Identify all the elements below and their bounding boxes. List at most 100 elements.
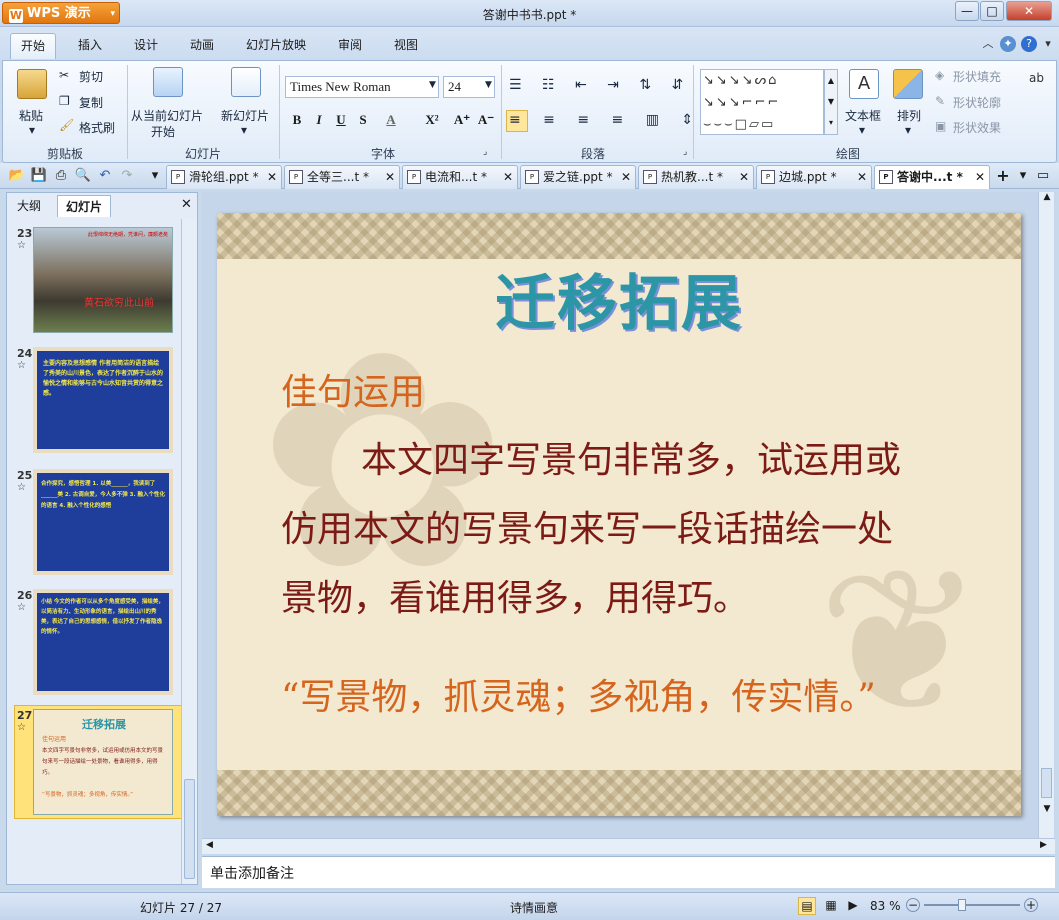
underline-button[interactable]: U <box>331 110 351 130</box>
doc-tab[interactable]: P 电流和...t * ✕ <box>402 165 518 189</box>
scroll-down-icon[interactable]: ▼ <box>1040 804 1054 814</box>
tab-outline[interactable]: 大纲 <box>9 195 49 217</box>
zoom-slider-handle[interactable] <box>958 899 966 911</box>
superscript-button[interactable]: X² <box>419 110 445 130</box>
close-panel-icon[interactable]: ✕ <box>181 197 192 212</box>
shrink-font-button[interactable]: A⁻ <box>475 110 497 130</box>
slide-scrollbar[interactable]: ▲ ▼ <box>1038 192 1054 838</box>
chevron-down-icon[interactable]: ▾ <box>905 123 911 137</box>
tab-home[interactable]: 开始 <box>10 33 57 59</box>
from-current-button[interactable]: 从当前幻灯片 <box>131 107 203 124</box>
close-tab-icon[interactable]: ✕ <box>975 166 985 188</box>
tab-list-icon[interactable]: ▾ <box>1014 167 1032 185</box>
maximize-button[interactable]: □ <box>980 1 1004 21</box>
redo-icon[interactable]: ↷ <box>118 167 136 185</box>
format-painter-button[interactable]: 格式刷 <box>79 119 115 136</box>
chevron-down-icon[interactable]: ▾ <box>859 123 865 137</box>
gallery-scroll[interactable]: ▲ ▼ ▾ <box>824 69 838 135</box>
open-icon[interactable]: 📂 <box>8 167 26 185</box>
tab-slides[interactable]: 幻灯片 <box>57 195 112 217</box>
close-tab-icon[interactable]: ✕ <box>267 166 277 188</box>
slide-thumbnail[interactable]: 此恨绵绵无绝期，凭谁问，廉颇老矣 黄石欲穷此山前 <box>33 227 173 333</box>
slideshow-view-icon[interactable]: ▶ <box>844 897 862 915</box>
slide-thumbnail-selected[interactable]: 迁移拓展 佳句运用 本文四字写景句非常多，试运用或仿用本文的写景句来写一段话描绘… <box>33 709 173 815</box>
close-tab-icon[interactable]: ✕ <box>621 166 631 188</box>
font-name-select[interactable]: Times New Roman <box>285 76 439 98</box>
more-ribbon-icon[interactable]: ab <box>1029 71 1044 85</box>
skin-icon[interactable]: ✦ <box>1000 36 1016 52</box>
shape-fill-button[interactable]: 形状填充 <box>953 68 1001 85</box>
doc-tab[interactable]: P 爱之链.ppt * ✕ <box>520 165 636 189</box>
doc-tab-active[interactable]: P 答谢中...t * ✕ <box>874 165 990 189</box>
dialog-launcher-icon[interactable]: ⌟ <box>683 147 687 157</box>
chevron-down-icon[interactable]: ▼ <box>485 80 492 90</box>
collapse-ribbon-icon[interactable]: ︿ <box>980 36 996 52</box>
slide-body-text[interactable]: 本文四字写景句非常多，试运用或 仿用本文的写景句来写一段话描绘一处 景物，看谁用… <box>281 426 981 633</box>
close-tab-icon[interactable]: ✕ <box>385 166 395 188</box>
slide-thumbnail[interactable]: 主要内容及思想感情 作者用简洁的语言描绘了秀美的山川景色，表达了作者沉醉于山水的… <box>33 347 173 453</box>
arrange-button[interactable]: 排列 <box>897 107 921 124</box>
undo-icon[interactable]: ↶ <box>96 167 114 185</box>
doc-tab[interactable]: P 全等三...t * ✕ <box>284 165 400 189</box>
chevron-down-icon[interactable]: ▾ <box>29 123 35 137</box>
slide-thumbnail[interactable]: 合作探究，感悟哲理 1. 以美______，我读到了______美 2. 古调自… <box>33 469 173 575</box>
new-tab-icon[interactable]: + <box>994 167 1012 185</box>
list-icons[interactable]: ☰ ☷ ⇤ ⇥ ⇅ ⇵ <box>509 77 691 93</box>
horizontal-scrollbar[interactable]: ◀ ▶ <box>202 838 1055 854</box>
from-current-label2[interactable]: 开始 <box>151 123 175 140</box>
slide-thumbnail[interactable]: 小结 今文的作者可以从多个角度感受美，描绘美，以简洁有力、生动形象的语言，描绘出… <box>33 589 173 695</box>
copy-button[interactable]: 复制 <box>79 94 103 111</box>
tab-insert[interactable]: 插入 <box>68 33 112 59</box>
zoom-in-icon[interactable]: + <box>1024 898 1038 912</box>
cut-button[interactable]: 剪切 <box>79 68 103 85</box>
strikethrough-button[interactable]: S <box>353 110 373 130</box>
zoom-out-icon[interactable]: − <box>906 898 920 912</box>
shape-effect-button[interactable]: 形状效果 <box>953 119 1001 136</box>
customize-toolbar-icon[interactable]: ▾ <box>146 167 164 185</box>
scroll-up-icon[interactable]: ▲ <box>1040 192 1054 202</box>
slide-title[interactable]: 迁移拓展 <box>217 255 1021 342</box>
doc-tab[interactable]: P 边城.ppt * ✕ <box>756 165 872 189</box>
tab-slideshow[interactable]: 幻灯片放映 <box>236 33 316 59</box>
new-slide-button[interactable]: 新幻灯片 <box>221 107 269 124</box>
close-tab-icon[interactable]: ✕ <box>857 166 867 188</box>
save-icon[interactable]: 💾 <box>30 167 48 185</box>
doc-tab[interactable]: P 滑轮组.ppt * ✕ <box>166 165 282 189</box>
zoom-slider[interactable] <box>924 904 1020 906</box>
sorter-view-icon[interactable]: ▦ <box>822 897 840 915</box>
tab-review[interactable]: 审阅 <box>328 33 372 59</box>
chevron-down-icon[interactable]: ▼ <box>429 80 436 90</box>
scroll-thumb[interactable] <box>184 779 195 879</box>
close-tab-icon[interactable]: ✕ <box>503 166 513 188</box>
bold-button[interactable]: B <box>287 110 307 130</box>
scroll-thumb[interactable] <box>1041 768 1052 798</box>
slide-subtitle[interactable]: 佳句运用 <box>281 363 425 415</box>
slide-canvas[interactable]: ✿ ❦ 迁移拓展 佳句运用 本文四字写景句非常多，试运用或 仿用本文的写景句来写… <box>217 213 1021 816</box>
chevron-down-icon[interactable]: ▾ <box>241 123 247 137</box>
textbox-button[interactable]: 文本框 <box>845 107 881 124</box>
panel-scrollbar[interactable] <box>181 219 197 884</box>
window-layout-icon[interactable]: ▭ <box>1034 167 1052 185</box>
doc-tab[interactable]: P 热机教...t * ✕ <box>638 165 754 189</box>
close-button[interactable]: ✕ <box>1006 1 1052 21</box>
notes-pane[interactable]: 单击添加备注 <box>202 856 1055 888</box>
grow-font-button[interactable]: A⁺ <box>451 110 473 130</box>
scroll-left-icon[interactable]: ◀ <box>206 840 213 850</box>
help-icon[interactable]: ? <box>1021 36 1037 52</box>
shapes-gallery[interactable]: ↘↘↘↘ᔕ⌂ ↘↘↘⌐⌐⌐ ⌣⌣⌣□▱▭ <box>700 69 824 135</box>
tab-view[interactable]: 视图 <box>384 33 428 59</box>
paste-button[interactable]: 粘贴 <box>19 107 43 124</box>
slide-quote[interactable]: “写景物，抓灵魂；多视角，传实情。” <box>281 668 876 720</box>
print-preview-icon[interactable]: 🔍 <box>74 167 92 185</box>
dialog-launcher-icon[interactable]: ⌟ <box>483 147 487 157</box>
tab-animation[interactable]: 动画 <box>180 33 224 59</box>
close-tab-icon[interactable]: ✕ <box>739 166 749 188</box>
scroll-right-icon[interactable]: ▶ <box>1040 840 1047 850</box>
options-icon[interactable]: ▾ <box>1040 36 1056 52</box>
italic-button[interactable]: I <box>309 110 329 130</box>
tab-design[interactable]: 设计 <box>124 33 168 59</box>
shape-outline-button[interactable]: 形状轮廓 <box>953 94 1001 111</box>
print-icon[interactable]: ⎙ <box>52 167 70 185</box>
font-color-button[interactable]: A <box>381 110 401 130</box>
minimize-button[interactable]: — <box>955 1 979 21</box>
